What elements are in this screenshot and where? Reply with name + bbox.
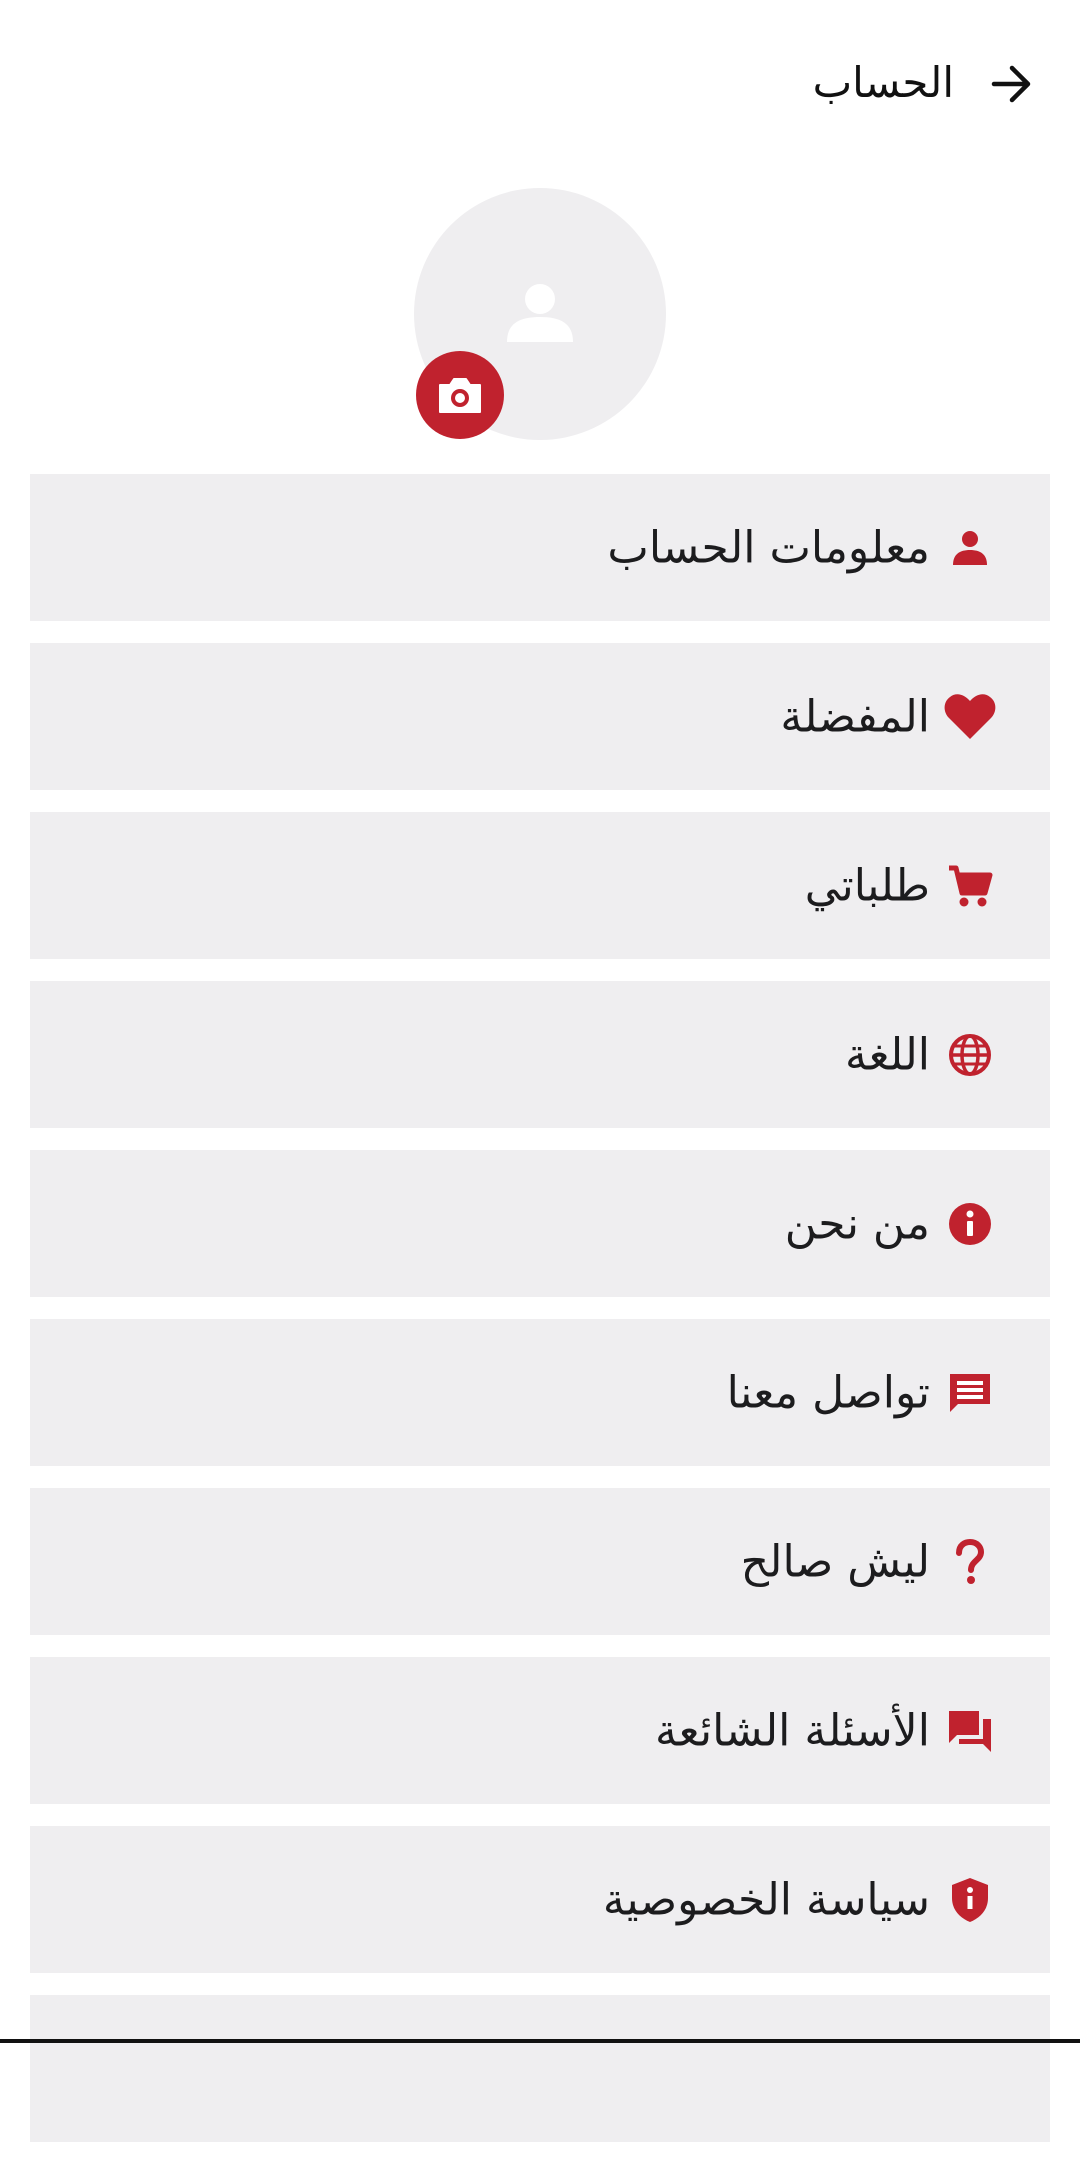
menu-item-label: ليش صالح (740, 1536, 930, 1587)
menu-item-favorites[interactable]: المفضلة (30, 643, 1050, 790)
person-icon (942, 520, 998, 576)
profile-avatar-section (414, 188, 666, 440)
menu-item-contact-us[interactable]: تواصل معنا (30, 1319, 1050, 1466)
cart-icon (942, 858, 998, 914)
person-icon (507, 284, 573, 342)
app-header: الحساب (0, 0, 1080, 170)
menu-item-partial[interactable] (30, 1995, 1050, 2142)
menu-item-label: معلومات الحساب (607, 522, 930, 573)
heart-icon (942, 689, 998, 745)
menu-item-faq[interactable]: الأسئلة الشائعة (30, 1657, 1050, 1804)
message-icon (942, 1365, 998, 1421)
menu-item-account-info[interactable]: معلومات الحساب (30, 474, 1050, 621)
question-icon (942, 1534, 998, 1590)
menu-item-privacy-policy[interactable]: سياسة الخصوصية (30, 1826, 1050, 1973)
bottom-edge-divider (0, 2039, 1080, 2043)
forum-icon (942, 1703, 998, 1759)
back-button[interactable] (986, 58, 1038, 110)
menu-item-label: سياسة الخصوصية (602, 1874, 930, 1925)
menu-item-language[interactable]: اللغة (30, 981, 1050, 1128)
menu-item-label: المفضلة (780, 691, 930, 742)
arrow-right-icon (991, 65, 1031, 103)
account-menu: معلومات الحساب المفضلة طلباتي اللغة من ن… (30, 474, 1050, 2164)
page-title: الحساب (812, 58, 954, 107)
info-icon (942, 1196, 998, 1252)
menu-item-why-saleh[interactable]: ليش صالح (30, 1488, 1050, 1635)
menu-item-about-us[interactable]: من نحن (30, 1150, 1050, 1297)
shield-icon (942, 1872, 998, 1928)
camera-icon (439, 378, 481, 413)
globe-icon (942, 1027, 998, 1083)
menu-item-label: طلباتي (804, 860, 930, 911)
change-photo-button[interactable] (416, 351, 504, 439)
menu-item-label: من نحن (784, 1198, 930, 1249)
menu-item-label: الأسئلة الشائعة (655, 1705, 930, 1756)
menu-item-label: اللغة (844, 1029, 930, 1080)
menu-item-my-orders[interactable]: طلباتي (30, 812, 1050, 959)
menu-item-label: تواصل معنا (726, 1367, 930, 1418)
